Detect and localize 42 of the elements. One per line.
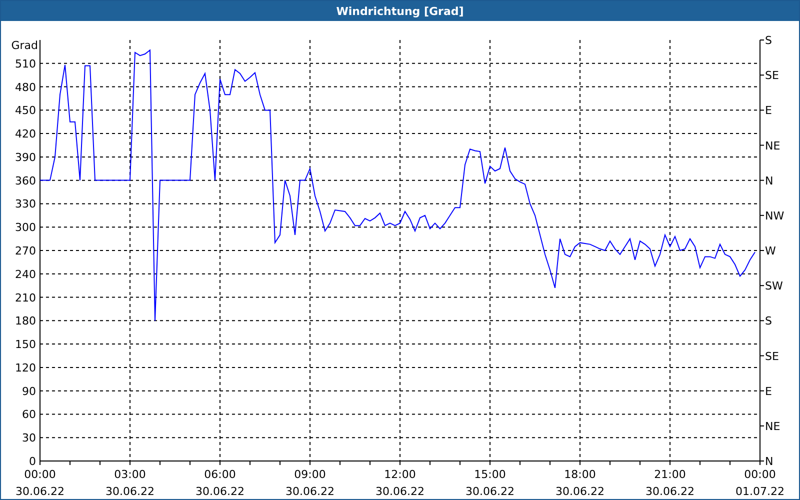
- y-tick-label: 210: [15, 291, 36, 304]
- y-tick-label: 450: [15, 104, 36, 118]
- y-tick-label: 0: [29, 455, 36, 468]
- window-title: Windrichtung [Grad]: [336, 4, 464, 18]
- x-tick-label: 09:00 30.06.22: [286, 468, 334, 498]
- direction-label: W: [765, 244, 776, 258]
- y-tick-label: 480: [15, 80, 36, 94]
- direction-label: S: [765, 34, 772, 47]
- direction-label: NW: [765, 209, 784, 222]
- x-tick-label: 00:00 30.06.22: [16, 468, 64, 498]
- x-tick-label: 03:00 30.06.22: [106, 468, 154, 498]
- y-tick-label: 330: [15, 198, 36, 211]
- direction-label: SW: [765, 280, 783, 293]
- y-tick-label: 390: [15, 150, 36, 164]
- direction-label: N: [765, 455, 774, 468]
- direction-label: E: [765, 384, 772, 398]
- y-tick-label: 270: [15, 244, 36, 258]
- direction-label: SE: [765, 69, 779, 82]
- x-tick-label: 21:00 30.06.22: [646, 468, 694, 498]
- direction-label: N: [765, 174, 774, 188]
- direction-label: S: [765, 314, 772, 328]
- y-tick-label: 180: [15, 314, 36, 328]
- x-tick-label: 18:00 30.06.22: [556, 468, 604, 498]
- y-tick-label: 30: [22, 432, 36, 445]
- y-tick-label: 360: [15, 174, 36, 188]
- y-tick-label: 240: [15, 268, 36, 281]
- y-tick-label: 510: [15, 57, 36, 70]
- y-tick-label: 120: [15, 361, 36, 374]
- y-tick-label: 90: [22, 384, 36, 398]
- direction-label: E: [765, 104, 772, 118]
- y-tick-label: 420: [15, 128, 36, 141]
- x-tick-label: 00:00 01.07.22: [736, 468, 784, 498]
- x-tick-label: 12:00 30.06.22: [376, 468, 424, 498]
- y-axis-label: Grad: [11, 39, 38, 52]
- y-tick-label: 300: [15, 221, 36, 234]
- direction-label: SE: [765, 350, 779, 363]
- x-tick-label: 06:00 30.06.22: [196, 468, 244, 498]
- y-tick-label: 60: [22, 408, 36, 422]
- direction-label: NE: [765, 420, 780, 433]
- y-tick-label: 150: [15, 338, 36, 352]
- x-tick-label: 15:00 30.06.22: [466, 468, 514, 498]
- direction-label: NE: [765, 139, 780, 152]
